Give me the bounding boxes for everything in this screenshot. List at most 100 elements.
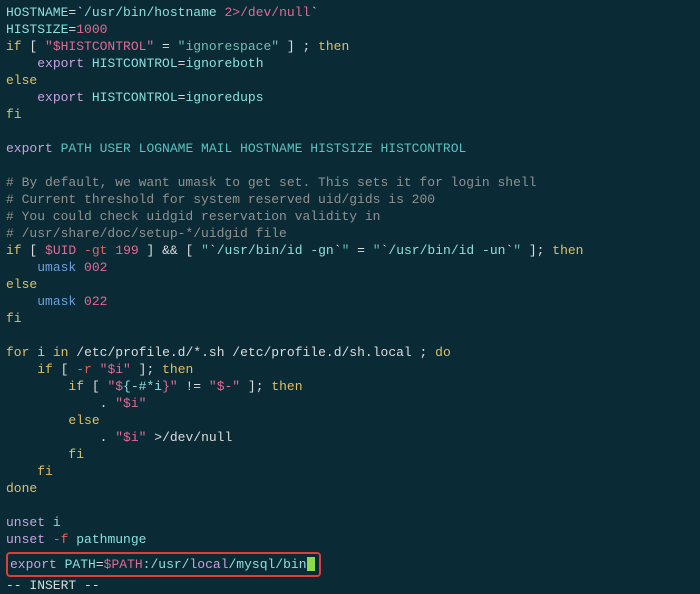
path-seg: :/usr/ [143, 557, 190, 572]
comment: # You could check uidgid reservation val… [6, 209, 380, 224]
bracket: ]; [131, 362, 162, 377]
indent [6, 464, 37, 479]
keyword-fi: fi [68, 447, 84, 462]
cmd-umask: umask [37, 294, 76, 309]
redirect: > [154, 430, 162, 445]
keyword-if: if [6, 243, 22, 258]
comment: # /usr/share/doc/setup-*/uidgid file [6, 226, 287, 241]
var-name: i [53, 515, 61, 530]
var-ref: $PATH [104, 557, 143, 572]
cursor-icon [307, 557, 315, 571]
value: ignoredups [185, 90, 263, 105]
keyword-fi: fi [6, 107, 22, 122]
loop-var: i [37, 345, 45, 360]
bracket: ]; [521, 243, 552, 258]
keyword-export: export [10, 557, 57, 572]
var-name: PATH [65, 557, 96, 572]
var-ref: "$i" [100, 362, 131, 377]
space [84, 90, 92, 105]
backtick: ` [209, 243, 217, 258]
var-inner: {-#*i [123, 379, 162, 394]
cmd-path: /usr/bin/hostname [84, 5, 224, 20]
bracket: [ [53, 362, 76, 377]
dot-source: . [6, 396, 115, 411]
number: 002 [84, 260, 107, 275]
redirect: 2>/dev/null [224, 5, 310, 20]
indent [6, 362, 37, 377]
var-ref: "$i" [115, 430, 146, 445]
var-ref: }" [162, 379, 178, 394]
comment: # By default, we want umask to get set. … [6, 175, 537, 190]
dot-source: . [6, 430, 115, 445]
var-list: PATH USER LOGNAME MAIL HOSTNAME HISTSIZE… [61, 141, 467, 156]
indent [6, 260, 37, 275]
keyword-export: export [37, 90, 84, 105]
eq-op: = [154, 39, 177, 54]
operator: -gt [84, 243, 107, 258]
keyword-if: if [6, 39, 22, 54]
bracket: [ [178, 243, 201, 258]
backtick: ` [310, 5, 318, 20]
space [76, 243, 84, 258]
bracket: [ [22, 39, 45, 54]
indent [6, 413, 68, 428]
highlight-box: export PATH=$PATH:/usr/local/mysql/bin [6, 552, 321, 577]
var-ref: "$i" [115, 396, 146, 411]
space [76, 260, 84, 275]
keyword-done: done [6, 481, 37, 496]
cmd: /usr/bin/id -un [388, 243, 505, 258]
flag: -f [53, 532, 69, 547]
path-seg: /mysql/bin [229, 557, 307, 572]
number: 022 [84, 294, 107, 309]
glob: /etc/profile.d/*.sh /etc/profile.d/sh.lo… [76, 345, 411, 360]
var-ref: "$ [107, 379, 123, 394]
editor-content[interactable]: HOSTNAME=`/usr/bin/hostname 2>/dev/null`… [6, 4, 694, 548]
cmd: /usr/bin/id -gn [217, 243, 334, 258]
string: "ignorespace" [178, 39, 279, 54]
keyword-for: for [6, 345, 29, 360]
number: 1000 [76, 22, 107, 37]
var-ref: "$-" [209, 379, 240, 394]
keyword-unset: unset [6, 515, 45, 530]
equals: = [96, 557, 104, 572]
var-ref: "$HISTCONTROL" [45, 39, 154, 54]
keyword-if: if [68, 379, 84, 394]
test-flag: -r [76, 362, 92, 377]
keyword-else: else [6, 277, 37, 292]
mode-indicator: -- INSERT -- [6, 578, 100, 593]
var-name: HISTCONTROL [92, 90, 178, 105]
keyword-then: then [552, 243, 583, 258]
quote: " [201, 243, 209, 258]
number: 199 [115, 243, 138, 258]
indent [6, 90, 37, 105]
keyword-then: then [318, 39, 349, 54]
backtick: ` [334, 243, 342, 258]
value: ignoreboth [185, 56, 263, 71]
neq-op: != [178, 379, 209, 394]
keyword-in: in [53, 345, 69, 360]
space [76, 294, 84, 309]
bracket: [ [84, 379, 107, 394]
space [57, 557, 65, 572]
quote: " [373, 243, 381, 258]
var-name: HISTCONTROL [92, 56, 178, 71]
space [53, 141, 61, 156]
func-name: pathmunge [76, 532, 146, 547]
amp: && [162, 243, 178, 258]
bracket: ]; [240, 379, 271, 394]
sep: ; [412, 345, 435, 360]
keyword-export: export [6, 141, 53, 156]
keyword-unset: unset [6, 532, 45, 547]
keyword-else: else [6, 73, 37, 88]
backtick: ` [76, 5, 84, 20]
space [45, 515, 53, 530]
bracket: [ [22, 243, 45, 258]
devnull: /dev/null [162, 430, 232, 445]
keyword-else: else [68, 413, 99, 428]
keyword-then: then [271, 379, 302, 394]
keyword-then: then [162, 362, 193, 377]
indent [6, 56, 37, 71]
indent [6, 447, 68, 462]
space [45, 532, 53, 547]
keyword-fi: fi [37, 464, 53, 479]
